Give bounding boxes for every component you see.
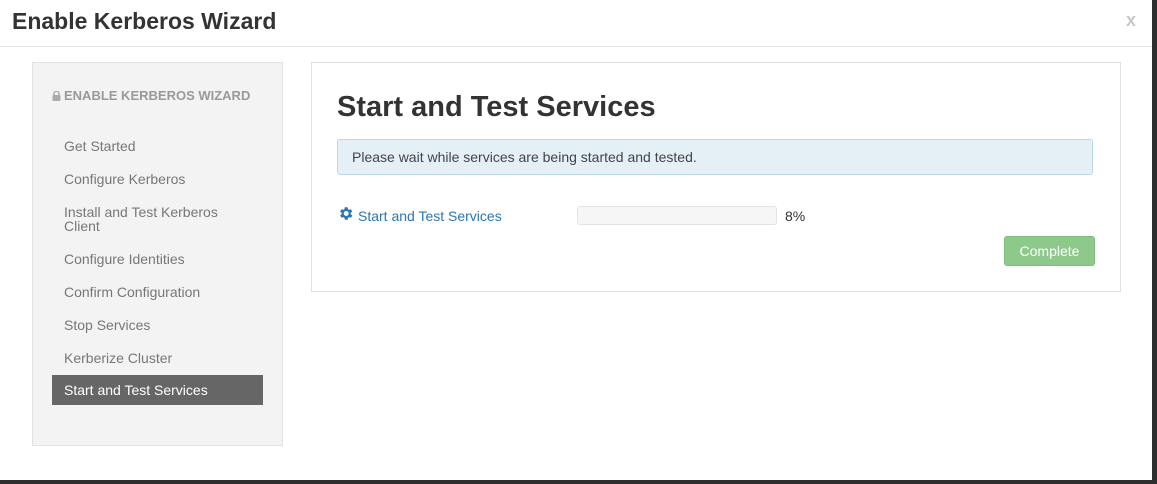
lock-icon	[52, 87, 61, 107]
sidebar-item-start-test-services[interactable]: Start and Test Services	[52, 375, 263, 405]
sidebar-item-confirm-configuration[interactable]: Confirm Configuration	[52, 285, 263, 299]
sidebar-item-kerberize-cluster[interactable]: Kerberize Cluster	[52, 351, 263, 365]
sidebar-heading: ENABLE KERBEROS WIZARD	[52, 86, 252, 107]
modal-header: Enable Kerberos Wizard x	[0, 0, 1152, 47]
sidebar-item-install-test-kerberos-client[interactable]: Install and Test Kerberos Client	[52, 205, 252, 233]
complete-button[interactable]: Complete	[1004, 236, 1095, 266]
page-title: Start and Test Services	[337, 91, 656, 123]
progress-percent: 8%	[785, 208, 806, 224]
modal-title: Enable Kerberos Wizard	[12, 8, 277, 34]
progress-fill	[578, 207, 594, 224]
sidebar-item-get-started[interactable]: Get Started	[52, 139, 263, 153]
task-progress-bar	[577, 206, 777, 225]
gear-icon	[337, 205, 354, 227]
sidebar-heading-text: ENABLE KERBEROS WIZARD	[64, 88, 251, 103]
sidebar-item-configure-kerberos[interactable]: Configure Kerberos	[52, 172, 263, 186]
wizard-steps-sidebar: ENABLE KERBEROS WIZARD Get Started Confi…	[32, 62, 283, 446]
step-content-panel: Start and Test Services Please wait whil…	[311, 62, 1121, 292]
info-alert: Please wait while services are being sta…	[337, 139, 1093, 175]
sidebar-item-configure-identities[interactable]: Configure Identities	[52, 252, 263, 266]
wizard-modal: Enable Kerberos Wizard x ENABLE KERBEROS…	[0, 0, 1157, 484]
sidebar-item-stop-services[interactable]: Stop Services	[52, 318, 263, 332]
task-link-start-test-services[interactable]: Start and Test Services	[358, 208, 502, 224]
close-button[interactable]: x	[1126, 10, 1136, 31]
task-row: Start and Test Services 8%	[337, 205, 1097, 225]
